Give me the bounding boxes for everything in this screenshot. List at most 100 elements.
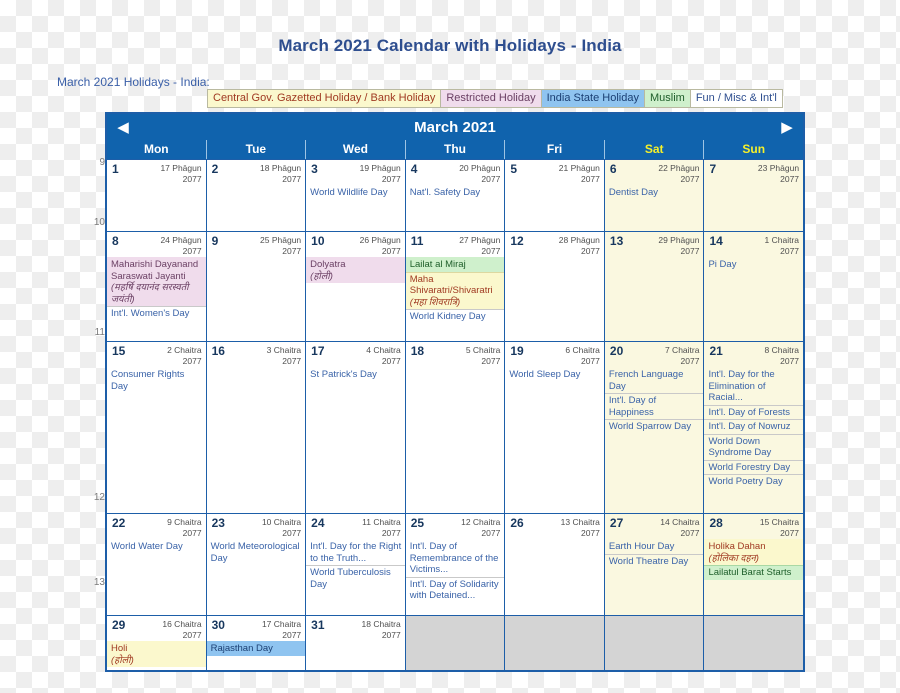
calendar-event[interactable]: World Water Day <box>107 539 206 554</box>
day-cell-header: 9 25 Phāgun 2077 <box>207 232 306 257</box>
calendar-event[interactable]: Int'l. Day of Nowruz <box>704 419 803 434</box>
calendar-day-cell[interactable]: 11 27 Phāgun 2077 Lailat al Miraj Maha Shiva… <box>404 232 505 341</box>
day-cell-header: 25 12 Chaitra 2077 <box>406 514 505 539</box>
calendar-event[interactable]: Pi Day <box>704 257 803 272</box>
calendar-day-cell[interactable]: 1 17 Phāgun 2077 <box>107 160 206 231</box>
day-cell-header: 11 27 Phāgun 2077 <box>406 232 505 257</box>
calendar-day-cell[interactable]: 5 21 Phāgun 2077 <box>504 160 604 231</box>
day-events-list: Int'l. Day of Remembrance of the Victims… <box>405 539 505 603</box>
calendar-day-cell[interactable]: 6 22 Phāgun 2077 Dentist Day <box>603 160 704 231</box>
calendar-event[interactable]: Rajasthan Day <box>206 641 306 656</box>
calendar-event[interactable]: Int'l. Day for the Right to the Truth... <box>306 539 405 565</box>
calendar-day-cell[interactable]: 19 6 Chaitra 2077 World Sleep Day <box>504 342 604 513</box>
calendar-day-cell[interactable]: 24 11 Chaitra 2077 Int'l. Day for the Right… <box>305 514 405 615</box>
calendar-event[interactable]: World Wildlife Day <box>306 185 405 200</box>
calendar-day-cell-empty <box>603 616 704 670</box>
calendar-day-cell[interactable]: 20 7 Chaitra 2077 French Language Day Int'l.… <box>603 342 704 513</box>
calendar-day-cell[interactable]: 14 1 Chaitra 2077 Pi Day <box>703 232 803 341</box>
legend-chip-gazetted[interactable]: Central Gov. Gazetted Holiday / Bank Hol… <box>207 89 442 108</box>
hindu-calendar-date: 24 Phāgun 2077 <box>160 235 202 256</box>
day-number: 23 <box>211 516 225 530</box>
calendar-event[interactable]: Int'l. Day of Forests <box>704 404 803 420</box>
calendar-event[interactable]: Holi (होली) <box>107 641 206 667</box>
calendar-event[interactable]: Int'l. Day of Happiness <box>604 393 704 419</box>
calendar-day-cell[interactable]: 27 14 Chaitra 2077 Earth Hour Day World Thea… <box>603 514 704 615</box>
day-events-list: Holika Dahan (होलिका दहन) Lailatul Barat S… <box>704 539 803 580</box>
day-cell-header: 23 10 Chaitra 2077 <box>207 514 306 539</box>
previous-month-arrow-icon[interactable]: ◀ <box>115 120 131 135</box>
calendar-event[interactable]: Lailat al Miraj <box>405 257 505 272</box>
calendar-event[interactable]: Int'l. Day of Remembrance of the Victims… <box>406 539 505 577</box>
calendar-day-cell[interactable]: 21 8 Chaitra 2077 Int'l. Day for the Elimin… <box>703 342 803 513</box>
legend-chip-fun[interactable]: Fun / Misc & Int'l <box>689 89 783 108</box>
day-events-list: French Language Day Int'l. Day of Happine… <box>604 367 704 434</box>
week-number: 12 <box>93 492 105 503</box>
day-events-list: Consumer Rights Day <box>107 367 206 393</box>
day-number: 4 <box>410 162 418 176</box>
calendar-day-cell[interactable]: 30 17 Chaitra 2077 Rajasthan Day <box>205 616 306 670</box>
next-month-arrow-icon[interactable]: ▶ <box>779 120 795 135</box>
calendar-day-cell[interactable]: 15 2 Chaitra 2077 Consumer Rights Day <box>107 342 206 513</box>
hindu-calendar-date: 2 Chaitra 2077 <box>167 345 202 366</box>
calendar-event[interactable]: World Forestry Day <box>704 459 803 475</box>
calendar-event[interactable]: World Theatre Day <box>604 553 704 569</box>
calendar-event[interactable]: Int'l. Women's Day <box>107 306 206 321</box>
day-events-list: Lailat al Miraj Maha Shivaratri/Shivaratr… <box>405 257 505 324</box>
calendar-day-cell[interactable]: 4 20 Phāgun 2077 Nat'l. Safety Day <box>404 160 505 231</box>
day-number: 25 <box>410 516 425 530</box>
calendar-day-cell[interactable]: 10 26 Phāgun 2077 Dolyatra (होली) <box>305 232 405 341</box>
calendar-day-cell[interactable]: 7 23 Phāgun 2077 <box>703 160 803 231</box>
weekday-header-wed: Wed <box>305 140 405 159</box>
legend-chip-restricted[interactable]: Restricted Holiday <box>440 89 542 108</box>
day-cell-header: 29 16 Chaitra 2077 <box>107 616 206 641</box>
legend-chip-state[interactable]: India State Holiday <box>540 89 645 108</box>
calendar-event[interactable]: St Patrick's Day <box>306 367 405 382</box>
calendar-day-cell[interactable]: 8 24 Phāgun 2077 Maharishi Dayanand Saraswa… <box>107 232 206 341</box>
calendar-day-cell[interactable]: 23 10 Chaitra 2077 World Meteorological Day <box>205 514 306 615</box>
calendar-day-cell[interactable]: 18 5 Chaitra 2077 <box>404 342 505 513</box>
calendar-day-cell[interactable]: 31 18 Chaitra 2077 <box>305 616 405 670</box>
calendar-event[interactable]: Int'l. Day for the Elimination of Racial… <box>704 367 803 405</box>
calendar-day-cell[interactable]: 25 12 Chaitra 2077 Int'l. Day of Remembranc… <box>404 514 505 615</box>
calendar-event[interactable]: World Poetry Day <box>704 474 803 489</box>
calendar-event[interactable]: Earth Hour Day <box>605 539 704 554</box>
holidays-subtitle: March 2021 Holidays - India: <box>57 75 210 89</box>
calendar-event[interactable]: Maharishi Dayanand Saraswati Jayanti (महर… <box>107 257 206 306</box>
calendar-event[interactable]: World Tuberculosis Day <box>306 565 405 591</box>
calendar-day-cell[interactable]: 3 19 Phāgun 2077 World Wildlife Day <box>305 160 405 231</box>
calendar-event[interactable]: Int'l. Day of Solidarity with Detained..… <box>405 576 505 603</box>
day-events-list: Int'l. Day for the Elimination of Racial… <box>704 367 803 489</box>
calendar-day-cell[interactable]: 17 4 Chaitra 2077 St Patrick's Day <box>305 342 405 513</box>
calendar-day-cell[interactable]: 28 15 Chaitra 2077 Holika Dahan (होलिका दहन)… <box>703 514 803 615</box>
calendar-event[interactable]: Dentist Day <box>605 185 704 200</box>
calendar-event[interactable]: World Meteorological Day <box>207 539 306 565</box>
day-cell-header: 22 9 Chaitra 2077 <box>107 514 206 539</box>
calendar-event[interactable]: Lailatul Barat Starts <box>704 565 803 580</box>
weekday-header-thu: Thu <box>404 140 505 159</box>
calendar-event[interactable]: Consumer Rights Day <box>107 367 206 393</box>
hindu-calendar-date: 15 Chaitra 2077 <box>759 517 800 538</box>
calendar-day-cell[interactable]: 9 25 Phāgun 2077 <box>205 232 306 341</box>
calendar-day-cell[interactable]: 2 18 Phāgun 2077 <box>205 160 306 231</box>
day-number: 28 <box>709 516 723 530</box>
calendar-event[interactable]: Maha Shivaratri/Shivaratri (महा शिवरात्रि… <box>405 271 505 309</box>
page-title: March 2021 Calendar with Holidays - Indi… <box>278 36 622 55</box>
calendar-event[interactable]: Nat'l. Safety Day <box>406 185 505 200</box>
calendar-event[interactable]: World Kidney Day <box>405 309 505 324</box>
calendar-event[interactable]: World Down Syndrome Day <box>704 433 803 460</box>
calendar-event[interactable]: Holika Dahan (होलिका दहन) <box>704 539 803 565</box>
calendar-day-cell[interactable]: 13 29 Phāgun 2077 <box>603 232 704 341</box>
hindu-calendar-date: 9 Chaitra 2077 <box>167 517 202 538</box>
calendar-day-cell[interactable]: 29 16 Chaitra 2077 Holi (होली) <box>107 616 206 670</box>
calendar-day-cell[interactable]: 22 9 Chaitra 2077 World Water Day <box>107 514 206 615</box>
legend-chip-muslim[interactable]: Muslim <box>643 89 691 108</box>
calendar-event[interactable]: Dolyatra (होली) <box>306 257 405 283</box>
calendar-event[interactable]: World Sleep Day <box>505 367 604 382</box>
calendar-day-cell[interactable]: 26 13 Chaitra 2077 <box>504 514 604 615</box>
calendar-event[interactable]: French Language Day <box>605 367 704 393</box>
weekday-header-mon: Mon <box>143 142 169 156</box>
calendar-day-cell[interactable]: 16 3 Chaitra 2077 <box>205 342 306 513</box>
calendar-event[interactable]: World Sparrow Day <box>604 419 704 434</box>
calendar-day-cell[interactable]: 12 28 Phāgun 2077 <box>504 232 604 341</box>
day-cell-header: 27 14 Chaitra 2077 <box>605 514 704 539</box>
